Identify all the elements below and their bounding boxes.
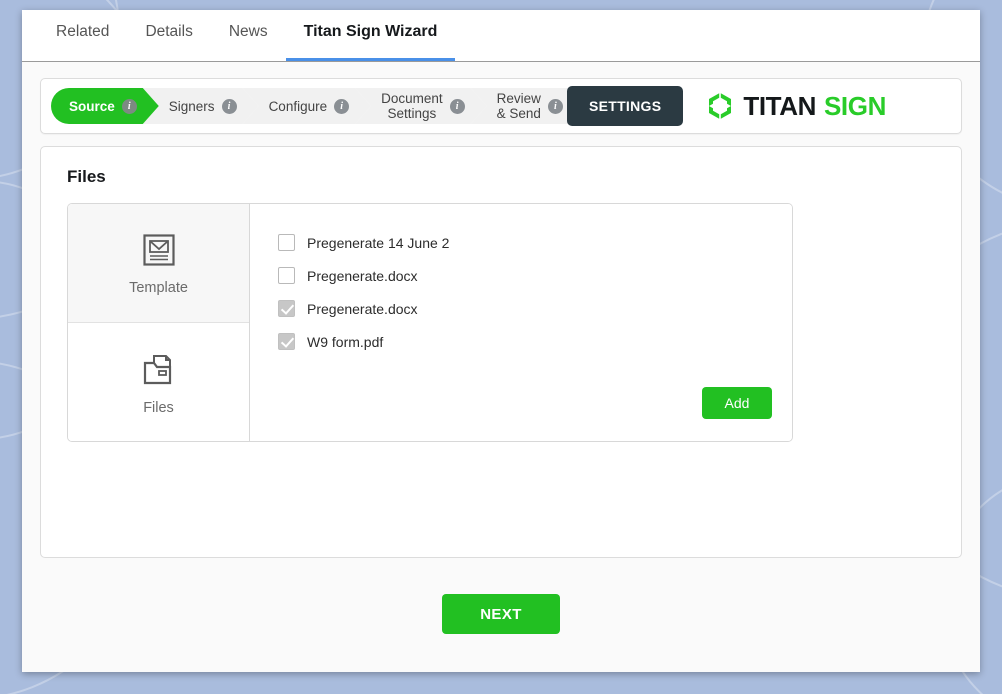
list-item[interactable]: Pregenerate.docx: [278, 292, 772, 325]
hexagon-brackets-icon: [709, 93, 732, 119]
source-option-template[interactable]: Template: [68, 204, 249, 323]
step-line-2: & Send: [496, 106, 541, 121]
source-option-template-label: Template: [129, 280, 188, 296]
step-line-2: Settings: [387, 106, 437, 121]
template-envelope-icon: [142, 234, 175, 266]
wizard-step-document-settings-label: Document Settings: [381, 91, 443, 121]
info-icon[interactable]: i: [122, 99, 137, 114]
wizard-step-signers-label: Signers: [168, 98, 215, 114]
list-item[interactable]: Pregenerate 14 June 2: [278, 226, 772, 259]
main-window: Related Details News Titan Sign Wizard S…: [22, 10, 980, 672]
next-button[interactable]: NEXT: [442, 594, 560, 634]
wizard-bar: Source i Signers i Configure i Document: [40, 78, 962, 134]
list-item[interactable]: W9 form.pdf: [278, 325, 772, 358]
source-selector: Template Files: [68, 204, 250, 441]
tab-titan-sign-wizard[interactable]: Titan Sign Wizard: [285, 10, 456, 61]
file-checkbox[interactable]: [278, 333, 295, 350]
wizard-step-configure-label: Configure: [268, 98, 328, 114]
tab-news[interactable]: News: [211, 10, 286, 61]
info-icon[interactable]: i: [222, 99, 237, 114]
info-icon[interactable]: i: [450, 99, 465, 114]
info-icon[interactable]: i: [548, 99, 563, 114]
footer: NEXT: [40, 594, 962, 634]
source-option-files[interactable]: Files: [68, 323, 249, 441]
file-name: Pregenerate 14 June 2: [307, 234, 450, 251]
files-box: Template Files Pregenerate 14 June 2 Pre…: [67, 203, 793, 442]
files-panel: Files Template Files Pregenerate 14 June…: [40, 146, 962, 558]
wizard-step-configure[interactable]: Configure i: [243, 88, 372, 124]
wizard-step-signers[interactable]: Signers i: [143, 88, 259, 124]
wizard-body: Source i Signers i Configure i Document: [22, 62, 980, 672]
step-line-1: Document: [381, 91, 443, 106]
step-line-1: Review: [496, 91, 541, 106]
settings-button[interactable]: SETTINGS: [566, 86, 684, 126]
tab-details[interactable]: Details: [127, 10, 210, 61]
list-item[interactable]: Pregenerate.docx: [278, 259, 772, 292]
info-icon[interactable]: i: [334, 99, 349, 114]
logo-titan-text: TITAN: [743, 90, 816, 121]
tab-related[interactable]: Related: [38, 10, 127, 61]
file-name: Pregenerate.docx: [307, 267, 418, 284]
titan-sign-logo: TITAN SIGN: [705, 91, 886, 122]
folder-document-icon: [143, 354, 171, 384]
file-list: Pregenerate 14 June 2 Pregenerate.docx P…: [250, 204, 792, 441]
file-checkbox[interactable]: [278, 234, 295, 251]
tab-bar: Related Details News Titan Sign Wizard: [22, 10, 980, 62]
wizard-step-document-settings[interactable]: Document Settings i: [355, 88, 487, 124]
file-checkbox[interactable]: [278, 267, 295, 284]
page-title: Files: [67, 167, 106, 186]
add-button[interactable]: Add: [702, 387, 772, 419]
file-checkbox[interactable]: [278, 300, 295, 317]
logo-sign-text: SIGN: [823, 90, 886, 121]
source-option-files-label: Files: [143, 399, 174, 416]
wizard-steps: Source i Signers i Configure i Document: [51, 88, 585, 124]
page-backdrop: Related Details News Titan Sign Wizard S…: [0, 0, 1002, 694]
wizard-step-source-label: Source: [69, 98, 115, 114]
file-name: Pregenerate.docx: [307, 300, 418, 317]
wizard-step-source[interactable]: Source i: [51, 88, 159, 124]
wizard-step-review-send-label: Review & Send: [497, 91, 541, 121]
file-name: W9 form.pdf: [307, 333, 384, 350]
